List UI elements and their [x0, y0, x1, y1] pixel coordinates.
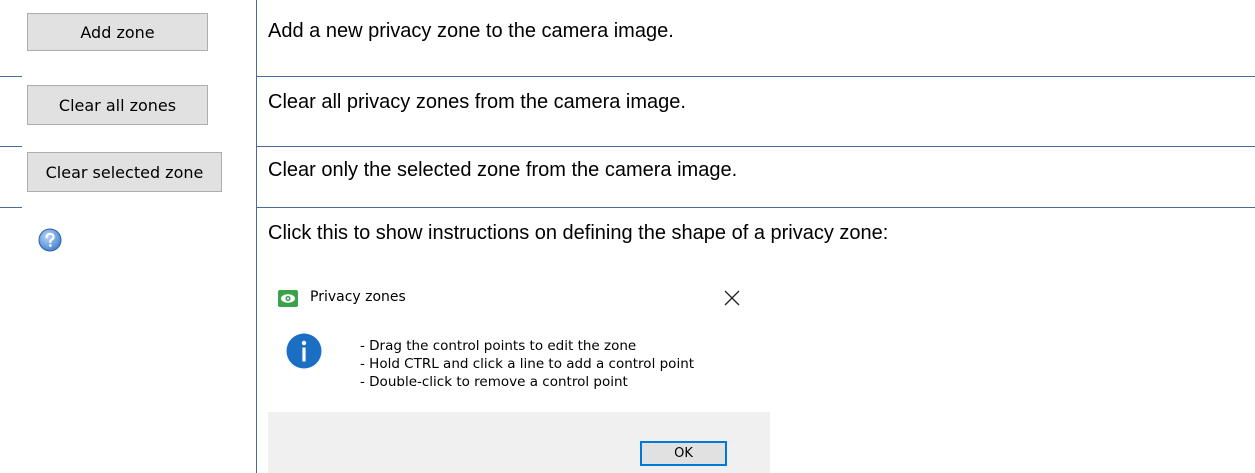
dialog-message: - Drag the control points to edit the zo…: [360, 337, 694, 391]
row-divider: [0, 146, 22, 147]
clear-selected-zone-button[interactable]: Clear selected zone: [27, 152, 222, 192]
help-description: Click this to show instructions on defin…: [268, 222, 889, 244]
dialog-message-line: - Double-click to remove a control point: [360, 374, 628, 390]
ok-button[interactable]: OK: [640, 441, 727, 466]
row-divider: [257, 207, 1255, 208]
info-icon: [286, 333, 322, 369]
add-zone-description: Add a new privacy zone to the camera ima…: [268, 20, 674, 42]
close-icon[interactable]: [719, 285, 745, 311]
dialog-footer: OK: [268, 412, 770, 473]
row-divider: [257, 76, 1255, 77]
add-zone-button[interactable]: Add zone: [27, 13, 208, 51]
clear-selected-zone-description: Clear only the selected zone from the ca…: [268, 159, 738, 181]
row-divider: [257, 146, 1255, 147]
eye-icon: [278, 290, 298, 307]
help-icon[interactable]: [38, 228, 62, 252]
row-divider: [0, 207, 22, 208]
clear-all-zones-button[interactable]: Clear all zones: [27, 85, 208, 125]
dialog-title: Privacy zones: [310, 289, 406, 305]
privacy-zones-dialog: Privacy zones - Drag the control points …: [268, 272, 770, 473]
column-divider: [256, 0, 257, 473]
dialog-message-line: - Drag the control points to edit the zo…: [360, 338, 637, 354]
dialog-message-line: - Hold CTRL and click a line to add a co…: [360, 356, 695, 372]
clear-all-zones-description: Clear all privacy zones from the camera …: [268, 91, 686, 113]
row-divider: [0, 76, 22, 77]
